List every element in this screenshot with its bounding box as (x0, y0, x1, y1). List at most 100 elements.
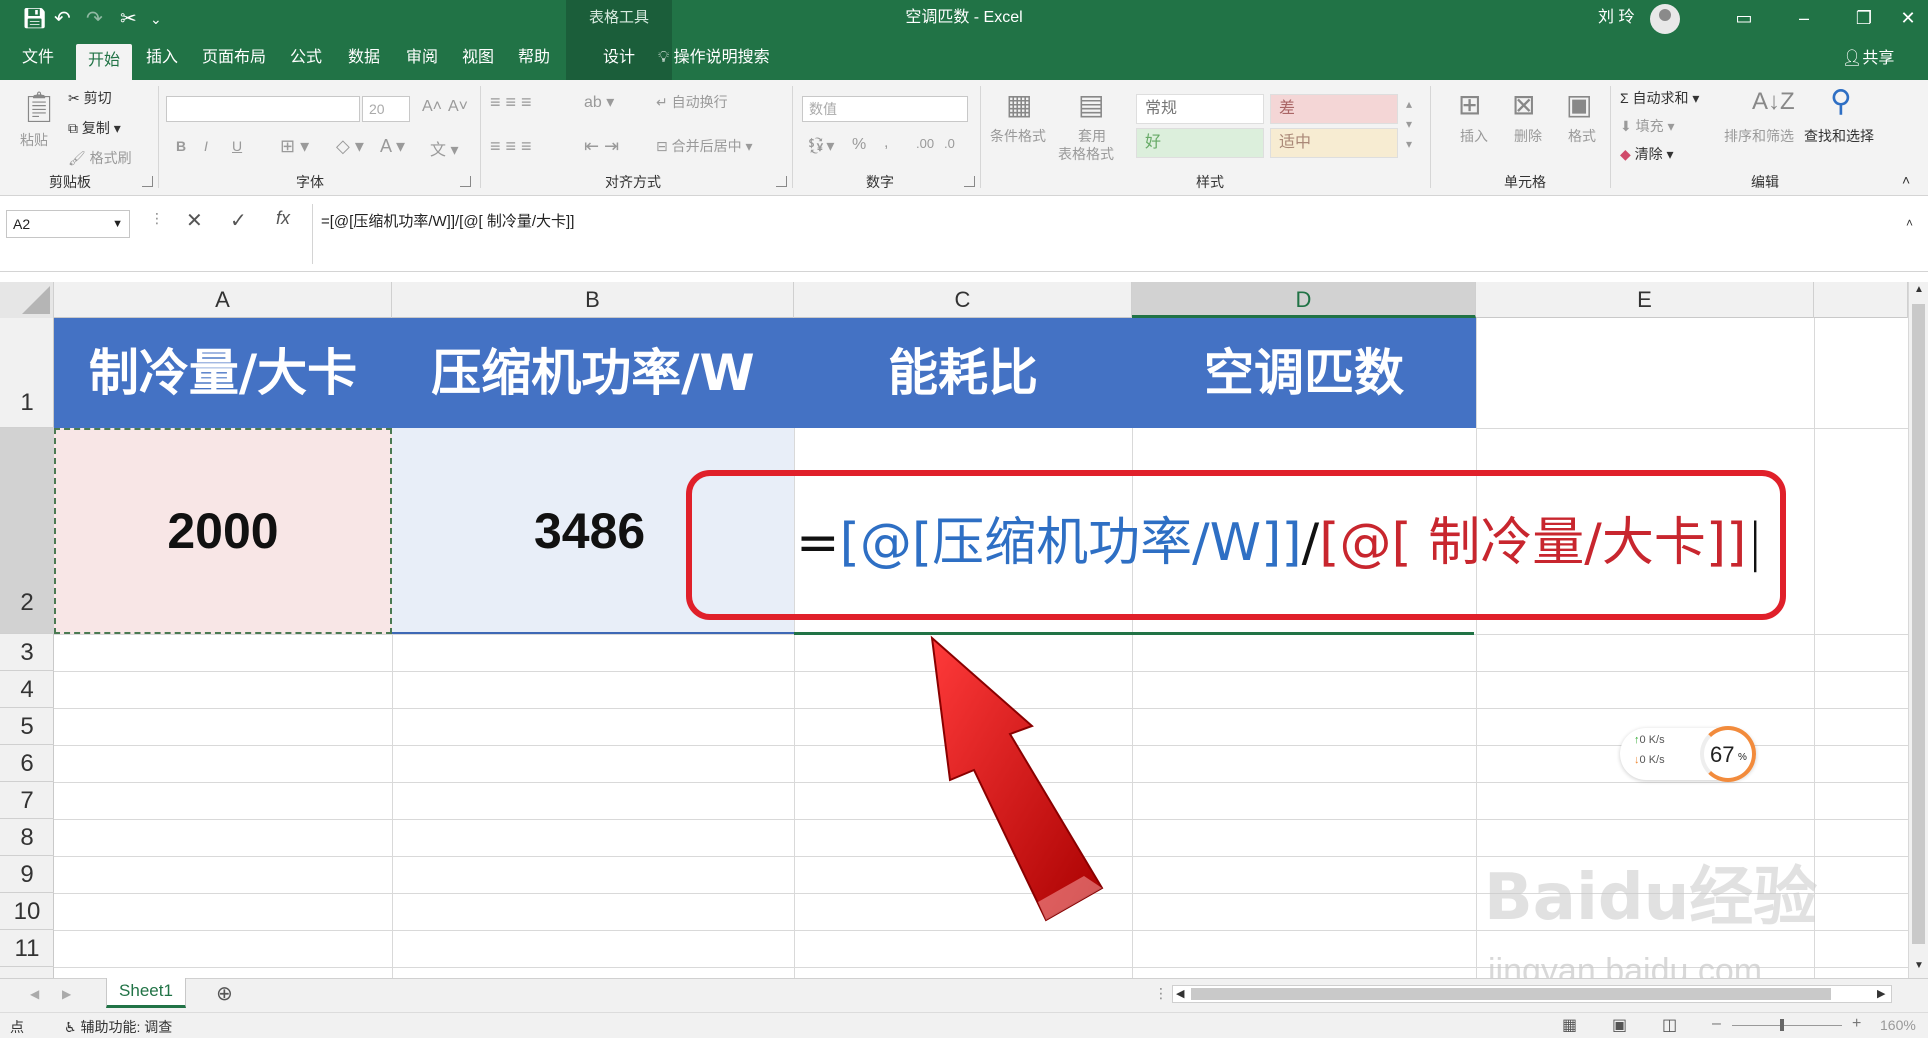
cancel-formula-button[interactable]: ✕ (186, 208, 203, 233)
delete-cells-button[interactable]: 删除 (1514, 126, 1542, 146)
column-header-c[interactable]: C (794, 282, 1132, 318)
row-header-8[interactable]: 8 (0, 819, 54, 856)
expand-formula-icon[interactable]: ˄ (1906, 216, 1913, 230)
conditional-format-button[interactable]: 条件格式 (990, 126, 1046, 146)
row-header-6[interactable]: 6 (0, 745, 54, 782)
bold-button[interactable]: B (176, 138, 186, 154)
zoom-level[interactable]: 160% (1880, 1017, 1916, 1033)
row-header-10[interactable]: 10 (0, 893, 54, 930)
horizontal-scroll-thumb[interactable] (1191, 988, 1831, 1000)
row-header-2[interactable]: 2 (0, 428, 54, 634)
share-button[interactable]: 👤︎共享 (1842, 38, 1894, 80)
normal-view-icon[interactable]: ▦ (1562, 1015, 1577, 1035)
alignment-launcher-icon[interactable] (776, 176, 787, 187)
row-header-9[interactable]: 9 (0, 856, 54, 893)
fill-button[interactable]: ⬇︎ 填充 ▾ (1620, 116, 1675, 136)
zoom-slider-thumb[interactable] (1780, 1019, 1784, 1031)
row-header-11[interactable]: 11 (0, 930, 54, 967)
cell-c1[interactable]: 能耗比 (794, 318, 1132, 428)
clipboard-launcher-icon[interactable] (142, 176, 153, 187)
style-normal[interactable]: 常规 (1136, 94, 1264, 124)
close-icon[interactable]: ✕ (1878, 0, 1928, 38)
style-neutral[interactable]: 适中 (1270, 128, 1398, 158)
page-layout-view-icon[interactable]: ▣ (1612, 1015, 1627, 1035)
row-header-3[interactable]: 3 (0, 634, 54, 671)
customize-icon[interactable]: ⌄ (150, 6, 162, 32)
insert-cells-button[interactable]: 插入 (1460, 126, 1488, 146)
paste-button[interactable]: 粘贴 (20, 130, 48, 150)
add-sheet-icon[interactable]: ⊕ (216, 981, 233, 1006)
page-break-view-icon[interactable]: ◫ (1662, 1015, 1677, 1035)
formula-input[interactable]: =[@[压缩机功率/W]]/[@[ 制冷量/大卡]] (312, 204, 1912, 264)
redo-icon[interactable]: ↷ (86, 6, 103, 32)
tab-page-layout[interactable]: 页面布局 (196, 38, 272, 80)
vertical-scrollbar[interactable]: ▲ ▼ (1908, 282, 1928, 978)
cell-a2[interactable]: 2000 (54, 428, 392, 634)
avatar[interactable] (1650, 4, 1680, 34)
orientation-icon[interactable]: ab ▾ (584, 92, 614, 112)
cut-quick-icon[interactable]: ✂ (120, 6, 137, 32)
column-header-d[interactable]: D (1132, 282, 1476, 318)
align-left-icon[interactable]: ≡ ≡ ≡ (490, 136, 532, 157)
tab-home[interactable]: 开始 (76, 44, 132, 80)
cell-d1[interactable]: 空调匹数 (1132, 318, 1476, 428)
align-top-icon[interactable]: ≡ ≡ ≡ (490, 92, 532, 113)
column-header-e[interactable]: E (1476, 282, 1814, 318)
phonetic-icon[interactable]: 文 ▾ (430, 136, 458, 160)
autosum-button[interactable]: Σ 自动求和 ▾ (1620, 88, 1699, 108)
row-header-7[interactable]: 7 (0, 782, 54, 819)
font-size-combo[interactable]: 20 (362, 96, 410, 122)
zoom-in-icon[interactable]: + (1852, 1015, 1861, 1033)
font-launcher-icon[interactable] (460, 176, 471, 187)
column-header-b[interactable]: B (392, 282, 794, 318)
insert-function-button[interactable]: fx (276, 208, 290, 229)
currency-icon[interactable]: 💱︎▾ (806, 136, 834, 156)
enter-formula-button[interactable]: ✓ (230, 208, 247, 233)
select-all-corner[interactable] (0, 282, 54, 318)
number-format-combo[interactable]: 数值 (802, 96, 968, 122)
style-good[interactable]: 好 (1136, 128, 1264, 158)
clear-button[interactable]: ◆ 清除 ▾ (1620, 144, 1674, 164)
increase-decimal-icon[interactable]: .00 (916, 136, 934, 151)
find-select-button[interactable]: 查找和选择 (1804, 126, 1874, 146)
tab-help[interactable]: 帮助 (510, 38, 558, 80)
decrease-decimal-icon[interactable]: .0 (944, 136, 955, 151)
next-sheet-icon[interactable]: ▶ (62, 987, 71, 1001)
tab-design[interactable]: 设计 (566, 38, 672, 80)
row-header-4[interactable]: 4 (0, 671, 54, 708)
font-color-icon[interactable]: A ▾ (380, 136, 405, 157)
ribbon-display-icon[interactable]: ▭ (1714, 0, 1774, 38)
styles-scroll-icon[interactable]: ▴ ▾ ▾ (1406, 94, 1412, 154)
tab-review[interactable]: 审阅 (398, 38, 446, 80)
tab-insert[interactable]: 插入 (138, 38, 186, 80)
tab-data[interactable]: 数据 (340, 38, 388, 80)
net-speed-widget[interactable]: ↑0 K/s ↓0 K/s 67 % (1620, 726, 1756, 782)
row-header-5[interactable]: 5 (0, 708, 54, 745)
horizontal-scrollbar[interactable]: ◀ ▶ (1172, 985, 1892, 1003)
undo-icon[interactable]: ↶ (54, 6, 71, 32)
percent-button[interactable]: % (852, 136, 866, 154)
number-launcher-icon[interactable] (964, 176, 975, 187)
format-painter-button[interactable]: 🖌︎ 格式刷 (68, 148, 132, 168)
copy-button[interactable]: ⧉ 复制 ▾ (68, 118, 121, 138)
save-icon[interactable]: 💾︎ (22, 6, 47, 32)
fill-color-icon[interactable]: ◇ ▾ (336, 136, 364, 157)
scroll-down-icon[interactable]: ▼ (1914, 960, 1924, 971)
underline-button[interactable]: U (232, 138, 242, 154)
minimize-icon[interactable]: – (1774, 0, 1834, 38)
borders-icon[interactable]: ⊞ ▾ (280, 136, 309, 157)
tab-formulas[interactable]: 公式 (282, 38, 330, 80)
accessibility-status[interactable]: ♿︎ 辅助功能: 调查 (64, 1017, 172, 1037)
merge-center-button[interactable]: ⊟ 合并后居中 ▾ (656, 136, 753, 156)
name-box[interactable]: A2 ▼ (6, 210, 130, 238)
tab-file[interactable]: 文件 (14, 38, 62, 80)
indent-icon[interactable]: ⇤ ⇥ (584, 136, 619, 157)
zoom-out-icon[interactable]: – (1712, 1015, 1721, 1033)
tab-split-icon[interactable]: ⋮ (1154, 985, 1168, 1002)
table-format-button-2[interactable]: 表格格式 (1058, 144, 1114, 164)
row-header-1[interactable]: 1 (0, 318, 54, 428)
cut-button[interactable]: ✂ 剪切 (68, 88, 112, 108)
vertical-scroll-thumb[interactable] (1912, 304, 1925, 944)
cell-b1[interactable]: 压缩机功率/W (392, 318, 794, 428)
user-name[interactable]: 刘 玲 (1598, 0, 1634, 36)
